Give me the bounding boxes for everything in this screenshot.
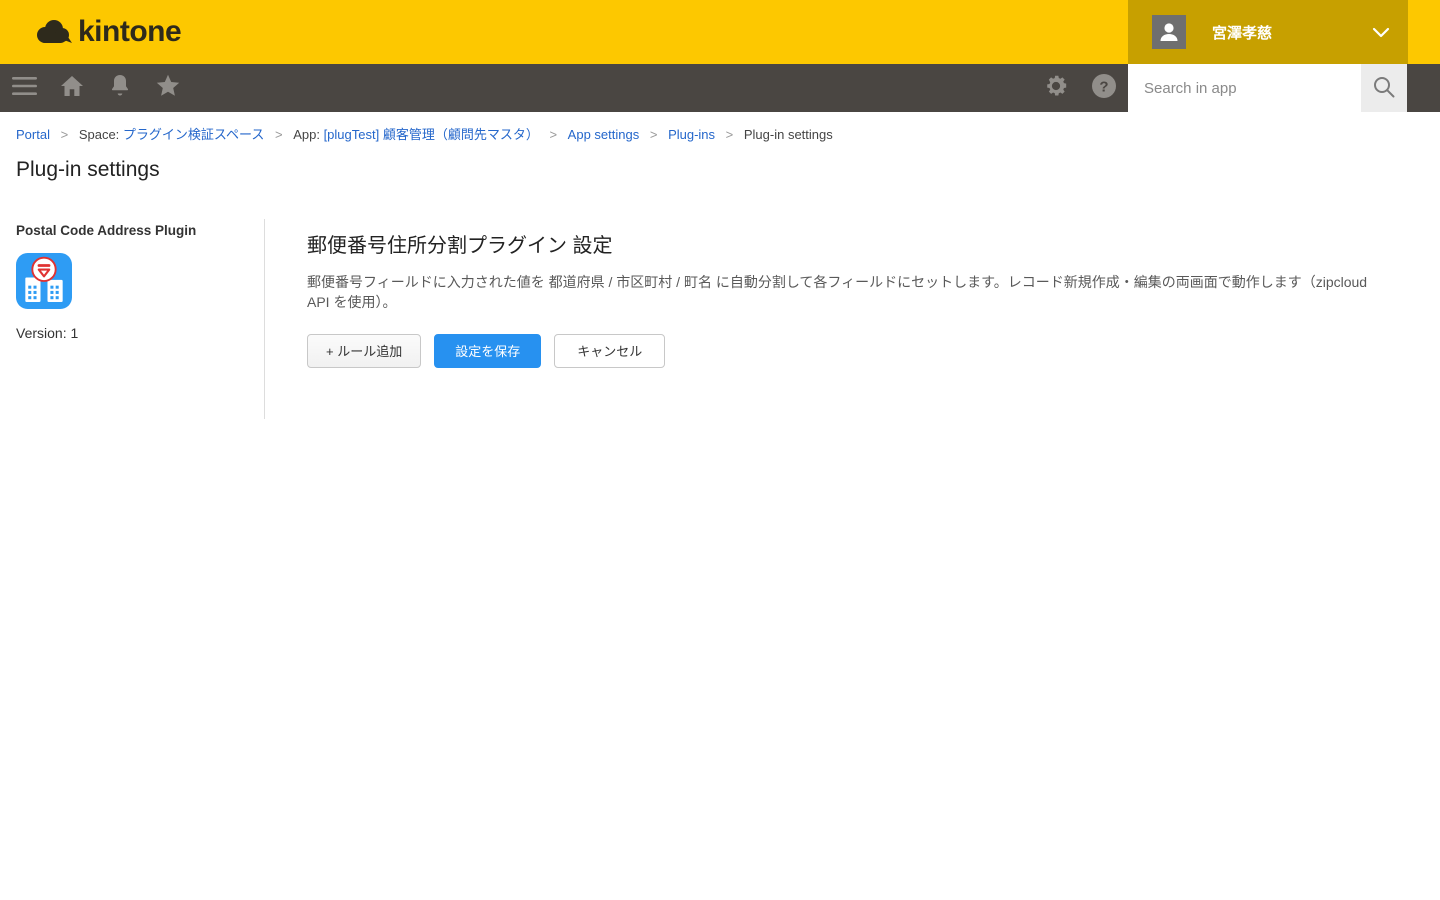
home-button[interactable] [48,64,96,112]
plugin-name: Postal Code Address Plugin [16,223,248,238]
plugin-info-panel: Postal Code Address Plugin [0,219,265,419]
menu-button[interactable] [0,64,48,112]
plugin-config-description: 郵便番号フィールドに入力された値を 都道府県 / 市区町村 / 町名 に自動分割… [307,272,1387,313]
plugin-settings-content: Postal Code Address Plugin [0,219,1440,419]
search-icon [1371,74,1397,103]
breadcrumb-separator: > [549,127,557,142]
chevron-down-icon [1372,26,1390,44]
gear-icon [1043,73,1069,104]
breadcrumb-plugins[interactable]: Plug-ins [668,127,715,142]
breadcrumb-current: Plug-in settings [744,127,833,142]
search-input[interactable] [1128,64,1361,112]
cancel-button[interactable]: キャンセル [554,334,665,368]
hamburger-icon [12,76,37,101]
search-button[interactable] [1361,64,1407,112]
app-header: kintone 宮澤孝慈 [0,0,1440,64]
kintone-cloud-icon [34,16,72,48]
global-navbar: ? [0,64,1440,112]
star-icon [156,74,180,102]
breadcrumb-separator: > [650,127,658,142]
settings-button[interactable] [1032,64,1080,112]
breadcrumb-space-prefix: Space: [79,127,123,142]
breadcrumb-separator: > [275,127,283,142]
breadcrumb-app-prefix: App: [293,127,323,142]
plugin-version: Version: 1 [16,325,248,341]
favorites-button[interactable] [144,64,192,112]
user-name: 宮澤孝慈 [1212,22,1272,43]
notifications-button[interactable] [96,64,144,112]
page-title: Plug-in settings [16,158,1424,182]
kintone-logo-text: kintone [78,15,181,49]
plugin-icon [16,253,72,309]
breadcrumb-portal[interactable]: Portal [16,127,50,142]
user-menu[interactable]: 宮澤孝慈 [1128,0,1408,64]
save-settings-button[interactable]: 設定を保存 [434,334,541,368]
help-button[interactable]: ? [1080,64,1128,112]
user-avatar [1152,15,1186,49]
breadcrumb-separator: > [61,127,69,142]
plugin-config-heading: 郵便番号住所分割プラグイン 設定 [307,229,1400,258]
breadcrumb: Portal > Space: プラグイン検証スペース > App: [plug… [16,124,1424,143]
breadcrumb-space-link[interactable]: プラグイン検証スペース [123,127,264,142]
svg-text:?: ? [1099,78,1108,95]
add-rule-button[interactable]: + ルール追加 [307,334,421,368]
home-icon [60,75,84,102]
kintone-logo[interactable]: kintone [34,0,181,64]
help-icon: ? [1091,73,1117,104]
button-row: + ルール追加 設定を保存 キャンセル [307,334,1400,368]
bell-icon [109,74,131,102]
breadcrumb-separator: > [726,127,734,142]
breadcrumb-app-settings[interactable]: App settings [568,127,640,142]
breadcrumb-app-link[interactable]: [plugTest] 顧客管理（顧問先マスタ） [324,127,539,142]
plugin-config-panel: 郵便番号住所分割プラグイン 設定 郵便番号フィールドに入力された値を 都道府県 … [265,219,1440,419]
